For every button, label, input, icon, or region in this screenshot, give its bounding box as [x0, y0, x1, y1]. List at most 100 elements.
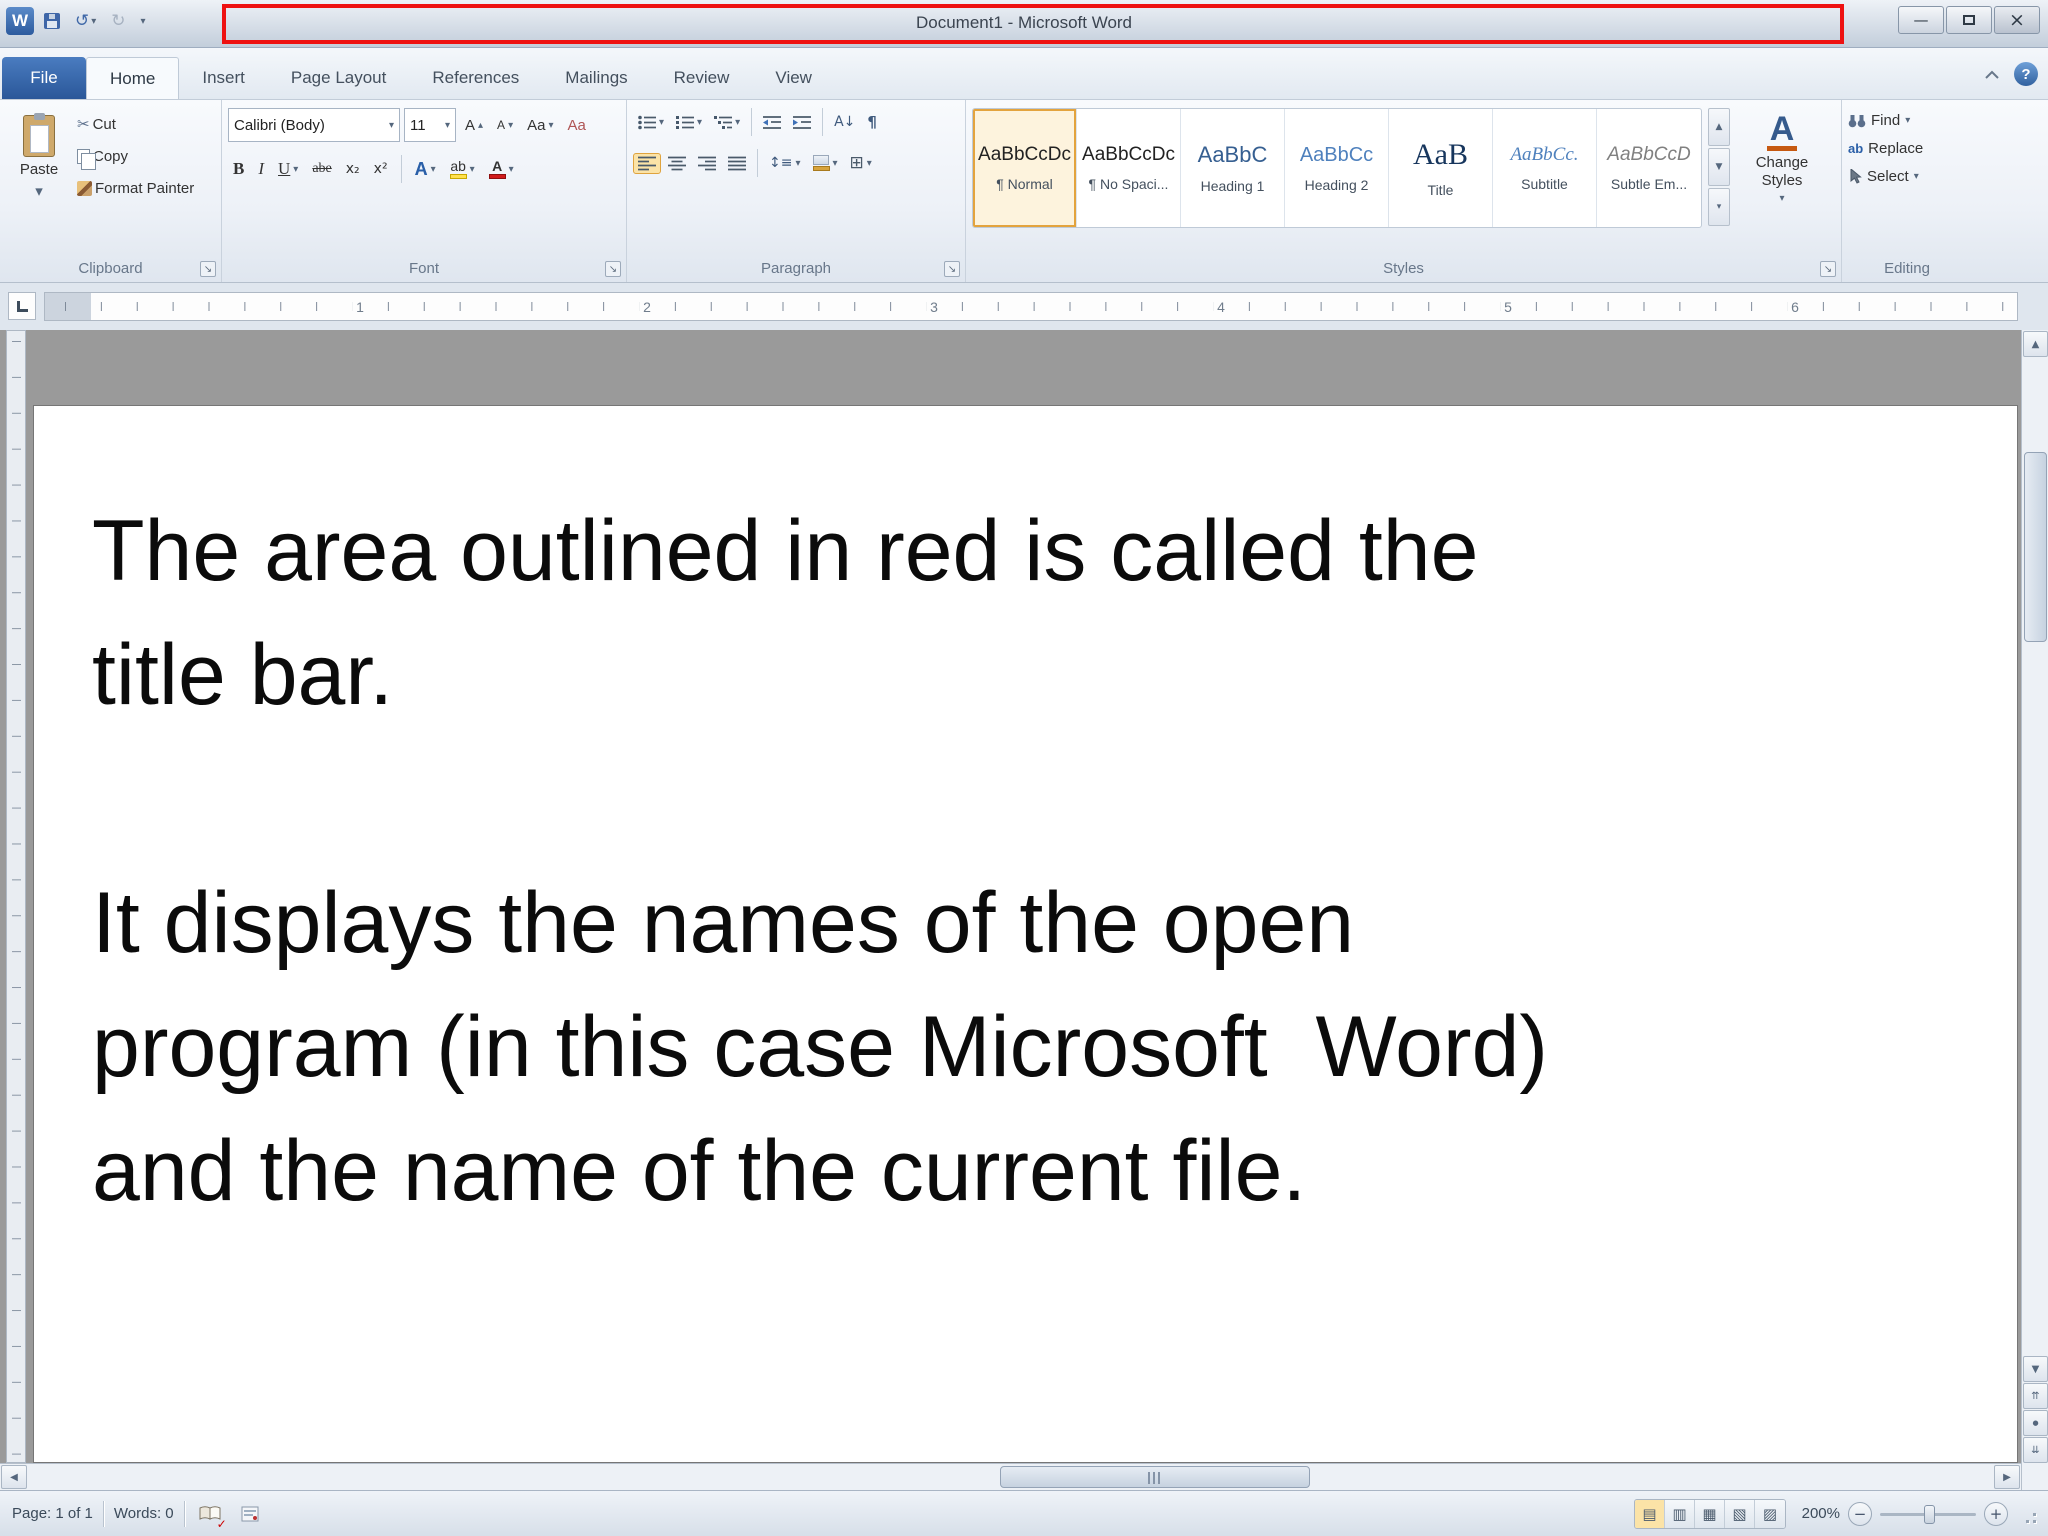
word-count-status[interactable]: Words: 0: [114, 1505, 174, 1522]
undo-dropdown-arrow: ▾: [91, 15, 97, 27]
find-button[interactable]: Find ▾: [1848, 112, 1966, 129]
scroll-right-button[interactable]: ▶: [1994, 1465, 2020, 1489]
tab-mailings[interactable]: Mailings: [542, 57, 650, 99]
tab-insert[interactable]: Insert: [179, 57, 268, 99]
align-right-button[interactable]: [693, 153, 721, 174]
strikethrough-button[interactable]: abe: [307, 158, 336, 180]
tab-file[interactable]: File: [2, 57, 86, 99]
text-effects-button[interactable]: A ▾: [410, 156, 441, 183]
tab-stop-selector[interactable]: [8, 292, 36, 320]
italic-button[interactable]: I: [253, 156, 269, 182]
help-icon[interactable]: ?: [2014, 62, 2038, 86]
styles-scroll-down-button[interactable]: ▼: [1708, 148, 1730, 186]
paragraph-dialog-launcher[interactable]: ↘: [944, 261, 960, 277]
style-subtle-emphasis[interactable]: AaBbCcD Subtle Em...: [1597, 109, 1701, 227]
outline-view-button[interactable]: ▧: [1725, 1499, 1755, 1528]
underline-button[interactable]: U ▾: [273, 156, 303, 182]
bullets-button[interactable]: ▾: [633, 112, 669, 133]
replace-button[interactable]: ab Replace: [1848, 140, 1966, 157]
tab-review[interactable]: Review: [651, 57, 753, 99]
minimize-ribbon-icon[interactable]: [1982, 64, 2002, 84]
align-left-button[interactable]: [633, 152, 661, 174]
zoom-slider-thumb[interactable]: [1924, 1504, 1935, 1524]
macro-record-button[interactable]: [235, 1499, 265, 1529]
clear-formatting-button[interactable]: Aa: [562, 114, 590, 137]
shrink-font-button[interactable]: A ▾: [492, 115, 518, 135]
show-hide-pilcrow-button[interactable]: ¶: [862, 110, 882, 134]
borders-button[interactable]: ⊞ ▾: [845, 150, 877, 176]
text-highlight-button[interactable]: ab ▾: [445, 156, 480, 182]
vertical-scroll-thumb[interactable]: [2024, 452, 2047, 642]
shading-button[interactable]: ▾: [808, 152, 843, 174]
vertical-scrollbar[interactable]: ▲ ▼ ⇈ ● ⇊: [2021, 330, 2048, 1490]
subscript-button[interactable]: x₂: [341, 158, 365, 180]
align-center-button[interactable]: [663, 153, 691, 174]
page-count-status[interactable]: Page: 1 of 1: [12, 1505, 93, 1522]
undo-button[interactable]: ↺ ▾: [70, 7, 101, 35]
font-size-combo[interactable]: 11 ▾: [404, 108, 456, 142]
style-title[interactable]: AaB Title: [1389, 109, 1493, 227]
document-page[interactable]: The area outlined in red is called the t…: [33, 405, 2018, 1463]
zoom-in-button[interactable]: +: [1984, 1501, 2008, 1526]
vertical-ruler[interactable]: [6, 330, 26, 1463]
web-layout-view-button[interactable]: ▦: [1695, 1499, 1725, 1528]
style-heading-2[interactable]: AaBbCc Heading 2: [1285, 109, 1389, 227]
select-browse-object-button[interactable]: ●: [2023, 1410, 2048, 1436]
scroll-up-button[interactable]: ▲: [2023, 331, 2048, 357]
styles-gallery-expand-button[interactable]: ▾: [1708, 188, 1730, 226]
horizontal-ruler[interactable]: 1 2 3 4 5 6: [44, 292, 2018, 321]
style-no-spacing[interactable]: AaBbCcDc ¶ No Spaci...: [1077, 109, 1181, 227]
save-button[interactable]: [39, 9, 65, 33]
print-layout-view-button[interactable]: ▤: [1635, 1499, 1665, 1528]
paste-button[interactable]: Paste ▾: [6, 108, 72, 252]
style-heading-1[interactable]: AaBbC Heading 1: [1181, 109, 1285, 227]
change-case-button[interactable]: Aa ▾: [522, 114, 558, 137]
scroll-left-button[interactable]: ◀: [1, 1465, 27, 1489]
zoom-slider[interactable]: [1880, 1502, 1976, 1526]
line-spacing-button[interactable]: ↕≡ ▾: [764, 152, 806, 174]
previous-page-button[interactable]: ⇈: [2023, 1383, 2048, 1409]
justify-button[interactable]: [723, 153, 751, 174]
multilevel-list-button[interactable]: ▾: [709, 112, 745, 133]
font-dialog-launcher[interactable]: ↘: [605, 261, 621, 277]
styles-scroll-up-button[interactable]: ▲: [1708, 108, 1730, 146]
minimize-button[interactable]: —: [1898, 6, 1944, 34]
change-styles-button[interactable]: A Change Styles ▾: [1736, 108, 1828, 204]
resize-grip[interactable]: [2016, 1503, 2038, 1525]
cut-button[interactable]: ✂ Cut: [72, 112, 199, 136]
styles-dialog-launcher[interactable]: ↘: [1820, 261, 1836, 277]
bold-button[interactable]: B: [228, 156, 249, 182]
tab-home[interactable]: Home: [86, 57, 180, 99]
close-button[interactable]: ×: [1994, 6, 2040, 34]
style-normal[interactable]: AaBbCcDc ¶ Normal: [973, 109, 1077, 227]
format-painter-button[interactable]: Format Painter: [72, 177, 199, 200]
word-logo-icon[interactable]: W: [6, 7, 34, 35]
full-screen-reading-view-button[interactable]: ▥: [1665, 1499, 1695, 1528]
draft-view-button[interactable]: ▨: [1755, 1499, 1785, 1528]
superscript-button[interactable]: x²: [369, 158, 393, 180]
style-subtitle[interactable]: AaBbCc. Subtitle: [1493, 109, 1597, 227]
font-color-button[interactable]: A ▾: [484, 156, 519, 182]
horizontal-scroll-thumb[interactable]: [1000, 1466, 1310, 1488]
scroll-down-button[interactable]: ▼: [2023, 1356, 2048, 1382]
clipboard-dialog-launcher[interactable]: ↘: [200, 261, 216, 277]
decrease-indent-button[interactable]: [758, 112, 786, 133]
zoom-level[interactable]: 200%: [1794, 1505, 1840, 1522]
font-name-combo[interactable]: Calibri (Body) ▾: [228, 108, 400, 142]
horizontal-scrollbar[interactable]: ◀ ▶: [0, 1463, 2021, 1490]
sort-button[interactable]: A↓: [829, 111, 860, 133]
redo-button[interactable]: ↻: [106, 7, 130, 35]
copy-button[interactable]: Copy: [72, 145, 199, 170]
numbering-button[interactable]: ▾: [671, 112, 707, 133]
select-button[interactable]: Select ▾: [1848, 168, 1966, 185]
restore-button[interactable]: [1946, 6, 1992, 34]
customize-qat-button[interactable]: ▾: [136, 12, 151, 31]
tab-page-layout[interactable]: Page Layout: [268, 57, 409, 99]
proofing-status-button[interactable]: ✓: [195, 1499, 227, 1531]
zoom-out-button[interactable]: −: [1848, 1501, 1872, 1526]
next-page-button[interactable]: ⇊: [2023, 1437, 2048, 1463]
increase-indent-button[interactable]: [788, 112, 816, 133]
grow-font-button[interactable]: A ▴: [460, 114, 488, 137]
tab-references[interactable]: References: [409, 57, 542, 99]
tab-view[interactable]: View: [752, 57, 835, 99]
